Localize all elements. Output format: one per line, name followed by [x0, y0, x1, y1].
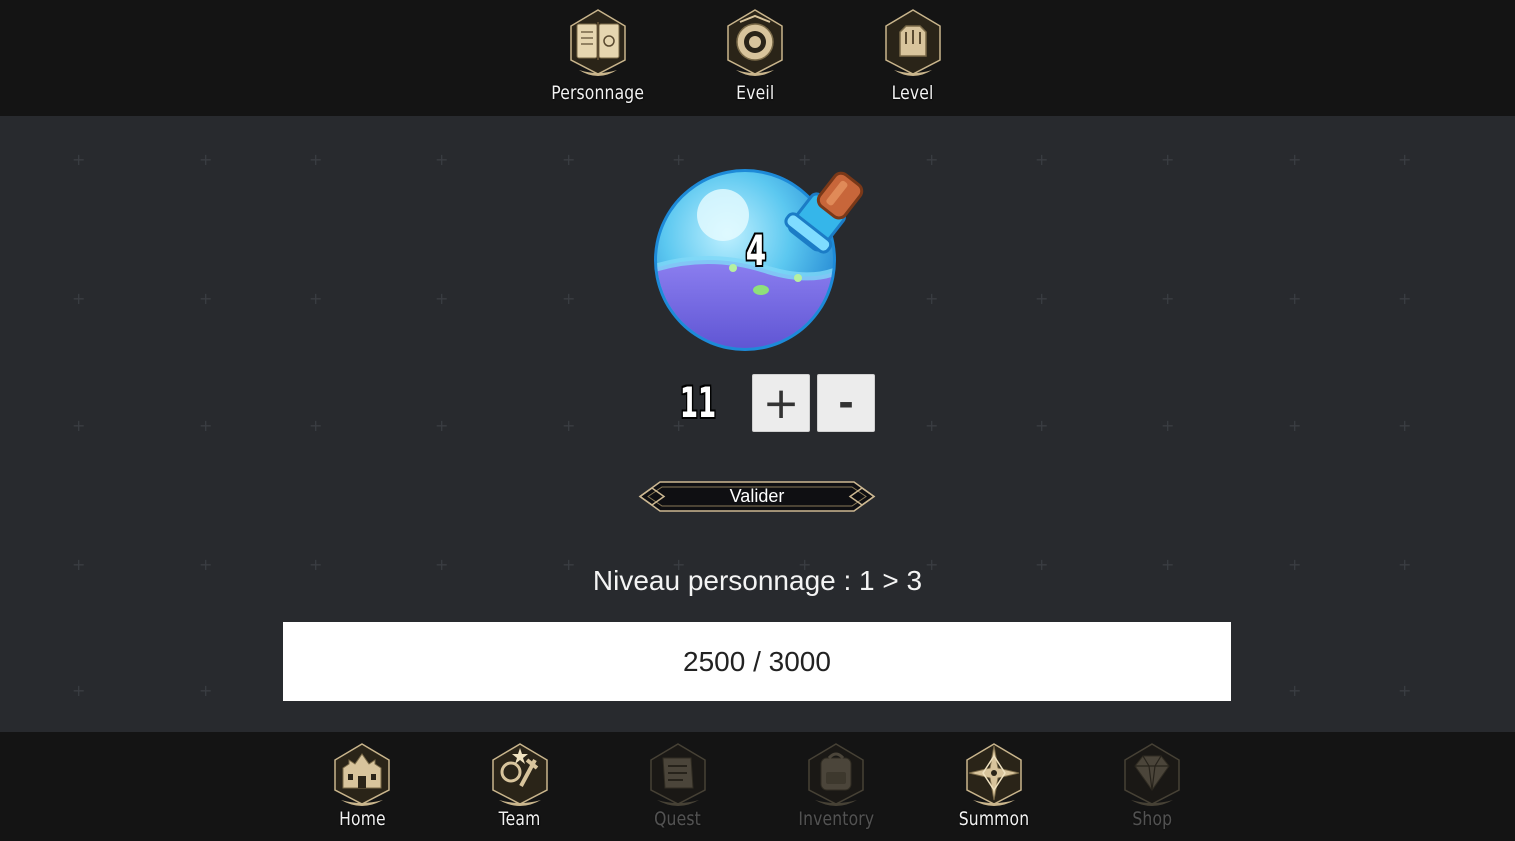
diamond-icon	[1124, 743, 1180, 806]
top-navigation: Personnage Eveil Level	[0, 0, 1515, 116]
potion-display: 4	[648, 160, 864, 356]
pattern-plus: +	[562, 289, 576, 308]
bottom-navigation: Home Team Quest Inventory Summon Shop	[0, 732, 1515, 841]
pattern-plus: +	[562, 416, 576, 435]
pattern-plus: +	[435, 289, 449, 308]
tab-level[interactable]: Level	[863, 8, 963, 108]
pattern-plus: +	[1035, 416, 1049, 435]
team-icon	[492, 743, 548, 806]
potion-count: 4	[745, 226, 767, 275]
pattern-plus: +	[925, 416, 939, 435]
pattern-plus: +	[435, 150, 449, 169]
scroll-icon	[650, 743, 706, 806]
xp-bar: 2500 / 3000	[283, 622, 1231, 701]
character-level-text: Niveau personnage : 1 > 3	[592, 565, 923, 596]
nav-home[interactable]: Home	[307, 742, 417, 838]
decrement-button[interactable]: -	[817, 374, 875, 432]
nav-inventory[interactable]: Inventory	[781, 742, 891, 838]
nav-label: Home	[338, 808, 386, 830]
validate-label: Valider	[729, 486, 785, 506]
pattern-plus: +	[72, 150, 86, 169]
pattern-plus: +	[309, 289, 323, 308]
nav-label: Team	[499, 808, 541, 830]
quantity-value: 11	[679, 378, 717, 427]
pattern-plus: +	[925, 289, 939, 308]
nav-team[interactable]: Team	[465, 742, 575, 838]
pattern-plus: +	[1288, 150, 1302, 169]
increment-button[interactable]: +	[752, 374, 810, 432]
pattern-plus: +	[1288, 416, 1302, 435]
validate-button[interactable]: Valider	[638, 478, 876, 515]
pattern-plus: +	[199, 150, 213, 169]
pattern-plus: +	[1398, 416, 1412, 435]
nav-label: Quest	[654, 808, 702, 830]
pattern-plus: +	[1288, 289, 1302, 308]
tab-label: Eveil	[735, 82, 775, 104]
pattern-plus: +	[1161, 289, 1175, 308]
pattern-plus: +	[72, 289, 86, 308]
pattern-plus: +	[1035, 289, 1049, 308]
book-icon	[570, 9, 626, 76]
fist-icon	[885, 9, 941, 76]
nav-summon[interactable]: Summon	[939, 742, 1049, 838]
nav-label: Shop	[1132, 808, 1172, 830]
pattern-plus: +	[1035, 150, 1049, 169]
eye-emblem-icon	[727, 9, 783, 76]
pattern-plus: +	[1161, 150, 1175, 169]
castle-icon	[334, 743, 390, 806]
pattern-plus: +	[1398, 681, 1412, 700]
xp-text: 2500 / 3000	[683, 645, 831, 677]
nav-quest[interactable]: Quest	[623, 742, 733, 838]
pattern-plus: +	[1288, 681, 1302, 700]
pattern-plus: +	[1398, 289, 1412, 308]
nav-label: Inventory	[798, 808, 874, 830]
star-icon	[966, 743, 1022, 806]
tab-label: Personnage	[551, 82, 645, 104]
pattern-plus: +	[199, 681, 213, 700]
pattern-plus: +	[309, 150, 323, 169]
pattern-plus: +	[435, 416, 449, 435]
pattern-plus: +	[72, 681, 86, 700]
pattern-plus: +	[925, 150, 939, 169]
pattern-plus: +	[562, 150, 576, 169]
pattern-plus: +	[199, 289, 213, 308]
pattern-plus: +	[1161, 416, 1175, 435]
tab-label: Level	[892, 82, 934, 104]
nav-shop[interactable]: Shop	[1097, 742, 1207, 838]
nav-label: Summon	[958, 808, 1030, 830]
pattern-plus: +	[199, 416, 213, 435]
pattern-plus: +	[72, 416, 86, 435]
backpack-icon	[808, 743, 864, 806]
tab-eveil[interactable]: Eveil	[705, 8, 805, 108]
pattern-plus: +	[309, 416, 323, 435]
tab-personnage[interactable]: Personnage	[548, 8, 648, 108]
pattern-plus: +	[1398, 150, 1412, 169]
